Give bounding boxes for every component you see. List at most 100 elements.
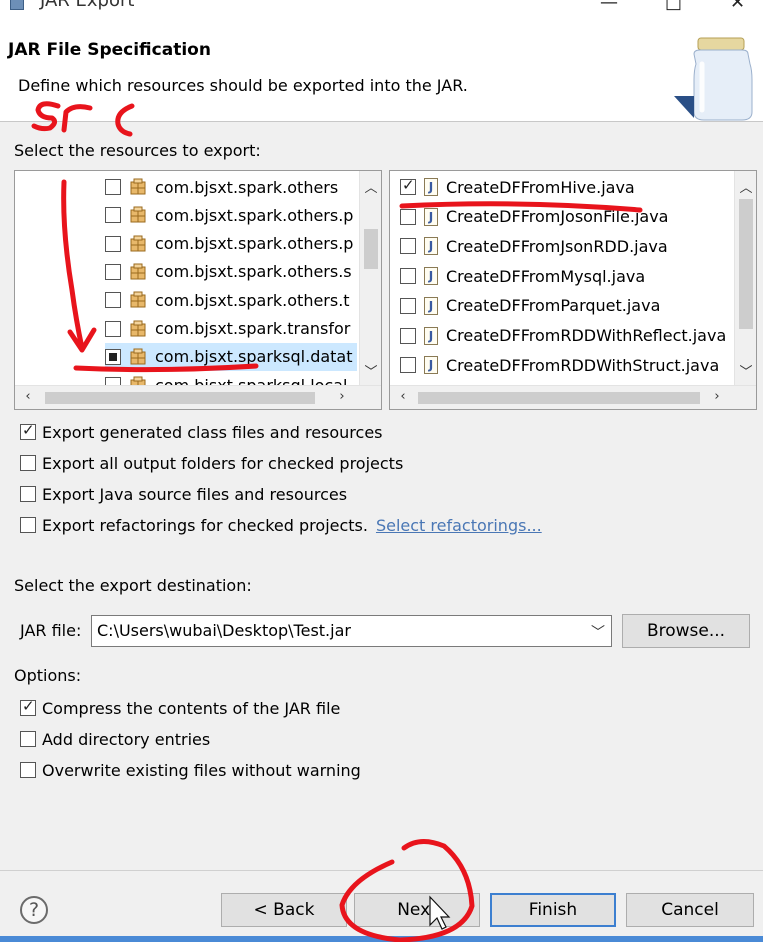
option-label: Export all output folders for checked pr… <box>42 453 404 473</box>
scroll-down-icon[interactable]: ﹀ <box>362 361 380 380</box>
package-icon <box>130 263 146 280</box>
minimize-button[interactable]: — <box>600 0 618 13</box>
checkbox[interactable] <box>20 421 36 440</box>
tree-item[interactable]: com.bjsxt.sparksql.datat <box>105 342 357 371</box>
file-list[interactable]: J CreateDFFromHive.java J CreateDFFromJoson… <box>389 170 757 410</box>
chevron-down-icon[interactable]: ﹀ <box>591 622 605 642</box>
option-label: Add directory entries <box>42 729 211 749</box>
help-icon[interactable]: ? <box>20 896 48 924</box>
export-source-files-option[interactable]: Export Java source files and resources <box>20 482 347 506</box>
checkbox[interactable] <box>400 208 416 225</box>
tree-item[interactable]: com.bjsxt.spark.others.s <box>105 258 352 286</box>
back-button[interactable]: < Back <box>221 893 347 927</box>
file-item[interactable]: J CreateDFFromRDDWithReflect.java <box>400 322 726 350</box>
file-item-label: CreateDFFromMysql.java <box>446 266 646 286</box>
tree-item-label: com.bjsxt.spark.others <box>155 177 339 197</box>
checkbox[interactable] <box>20 731 36 747</box>
scroll-left-icon[interactable]: ‹ <box>19 389 37 404</box>
next-button[interactable]: Next <box>354 893 480 927</box>
checkbox[interactable] <box>20 517 36 533</box>
tree-item-label: com.bjsxt.spark.others.t <box>155 290 350 310</box>
scroll-up-icon[interactable]: ︿ <box>362 177 380 196</box>
checkbox[interactable] <box>20 697 36 716</box>
tree-item-label: com.bjsxt.spark.others.s <box>155 262 352 282</box>
checkbox[interactable] <box>105 320 121 337</box>
checkbox[interactable] <box>400 297 416 314</box>
file-item-label: CreateDFFromJsonRDD.java <box>446 236 668 256</box>
resource-tree[interactable]: com.bjsxt.spark.others com.bjsxt.spark.ot… <box>14 170 382 410</box>
tree-vertical-scrollbar[interactable]: ︿ ﹀ <box>359 171 381 385</box>
file-item-label: CreateDFFromRDDWithStruct.java <box>446 355 720 375</box>
tree-item[interactable]: com.bjsxt.spark.others.p <box>105 230 353 258</box>
checkbox[interactable] <box>105 263 121 280</box>
checkbox[interactable] <box>105 179 121 195</box>
overwrite-option[interactable]: Overwrite existing files without warning <box>20 758 361 782</box>
scroll-right-icon[interactable]: › <box>333 389 351 404</box>
list-vertical-scrollbar[interactable]: ︿ ﹀ <box>734 171 756 385</box>
file-item[interactable]: J CreateDFFromHive.java <box>400 173 635 201</box>
page-title: JAR File Specification <box>8 40 211 60</box>
checkbox[interactable] <box>105 207 121 224</box>
java-file-icon: J <box>424 178 438 196</box>
file-item-label: CreateDFFromJosonFile.java <box>446 207 669 227</box>
finish-button[interactable]: Finish <box>490 893 616 927</box>
file-item[interactable]: J CreateDFFromRDDWithStruct.java <box>400 351 719 379</box>
scroll-up-icon[interactable]: ︿ <box>737 177 755 196</box>
option-label: Export refactorings for checked projects… <box>42 515 368 535</box>
scroll-thumb[interactable] <box>45 392 315 404</box>
java-file-icon: J <box>424 296 438 315</box>
package-icon <box>130 348 146 365</box>
scroll-down-icon[interactable]: ﹀ <box>737 361 755 380</box>
directory-entries-option[interactable]: Add directory entries <box>20 727 210 751</box>
export-output-folders-option[interactable]: Export all output folders for checked pr… <box>20 451 403 475</box>
cancel-button[interactable]: Cancel <box>626 893 754 927</box>
separator <box>0 870 763 871</box>
scroll-thumb[interactable] <box>364 229 378 269</box>
checkbox[interactable] <box>400 357 416 374</box>
tree-item-label: com.bjsxt.spark.others.p <box>155 205 354 225</box>
export-class-files-option[interactable]: Export generated class files and resourc… <box>20 420 383 444</box>
scroll-right-icon[interactable]: › <box>708 389 726 404</box>
package-icon <box>130 235 146 252</box>
checkbox[interactable] <box>400 327 416 344</box>
title-bar: JAR Export — □ ✕ <box>0 0 763 14</box>
tree-item[interactable]: com.bjsxt.spark.others <box>105 173 338 201</box>
compress-option[interactable]: Compress the contents of the JAR file <box>20 696 340 720</box>
maximize-button[interactable]: □ <box>665 0 682 13</box>
jar-wizard-icon <box>674 37 753 121</box>
scroll-thumb[interactable] <box>418 392 700 404</box>
checkbox[interactable] <box>105 348 121 365</box>
file-item[interactable]: J CreateDFFromMysql.java <box>400 262 645 290</box>
scroll-left-icon[interactable]: ‹ <box>394 389 412 404</box>
jar-app-icon <box>10 0 24 10</box>
package-icon <box>130 178 146 195</box>
checkbox[interactable] <box>105 235 121 252</box>
list-horizontal-scrollbar[interactable]: ‹ › <box>390 385 756 409</box>
select-refactorings-link[interactable]: Select refactorings... <box>376 516 542 535</box>
scroll-thumb[interactable] <box>739 199 753 329</box>
close-button[interactable]: ✕ <box>730 0 745 13</box>
browse-button[interactable]: Browse... <box>622 614 750 648</box>
tree-item[interactable]: com.bjsxt.spark.transfor <box>105 315 350 343</box>
checkbox[interactable] <box>400 238 416 255</box>
export-refactorings-option[interactable]: Export refactorings for checked projects… <box>20 513 542 537</box>
java-file-icon: J <box>424 356 438 375</box>
tree-horizontal-scrollbar[interactable]: ‹ › <box>15 385 381 409</box>
file-item[interactable]: J CreateDFFromJosonFile.java <box>400 203 668 231</box>
checkbox[interactable] <box>400 268 416 285</box>
tree-item[interactable]: com.bjsxt.spark.others.p <box>105 201 353 229</box>
resources-label: Select the resources to export: <box>14 141 261 160</box>
tree-item[interactable]: com.bjsxt.spark.others.t <box>105 286 350 314</box>
file-item[interactable]: J CreateDFFromParquet.java <box>400 292 660 320</box>
jar-file-combo[interactable]: C:\Users\wubai\Desktop\Test.jar ﹀ <box>91 615 612 647</box>
checkbox[interactable] <box>400 176 416 195</box>
tree-item-label: com.bjsxt.sparksql.datat <box>155 347 353 367</box>
checkbox[interactable] <box>20 455 36 471</box>
tree-item-label: com.bjsxt.spark.others.p <box>155 234 354 254</box>
java-file-icon: J <box>424 326 438 345</box>
checkbox[interactable] <box>20 486 36 502</box>
file-item[interactable]: J CreateDFFromJsonRDD.java <box>400 232 668 260</box>
checkbox[interactable] <box>105 292 121 309</box>
jar-file-path[interactable]: C:\Users\wubai\Desktop\Test.jar <box>97 621 351 640</box>
checkbox[interactable] <box>20 762 36 778</box>
